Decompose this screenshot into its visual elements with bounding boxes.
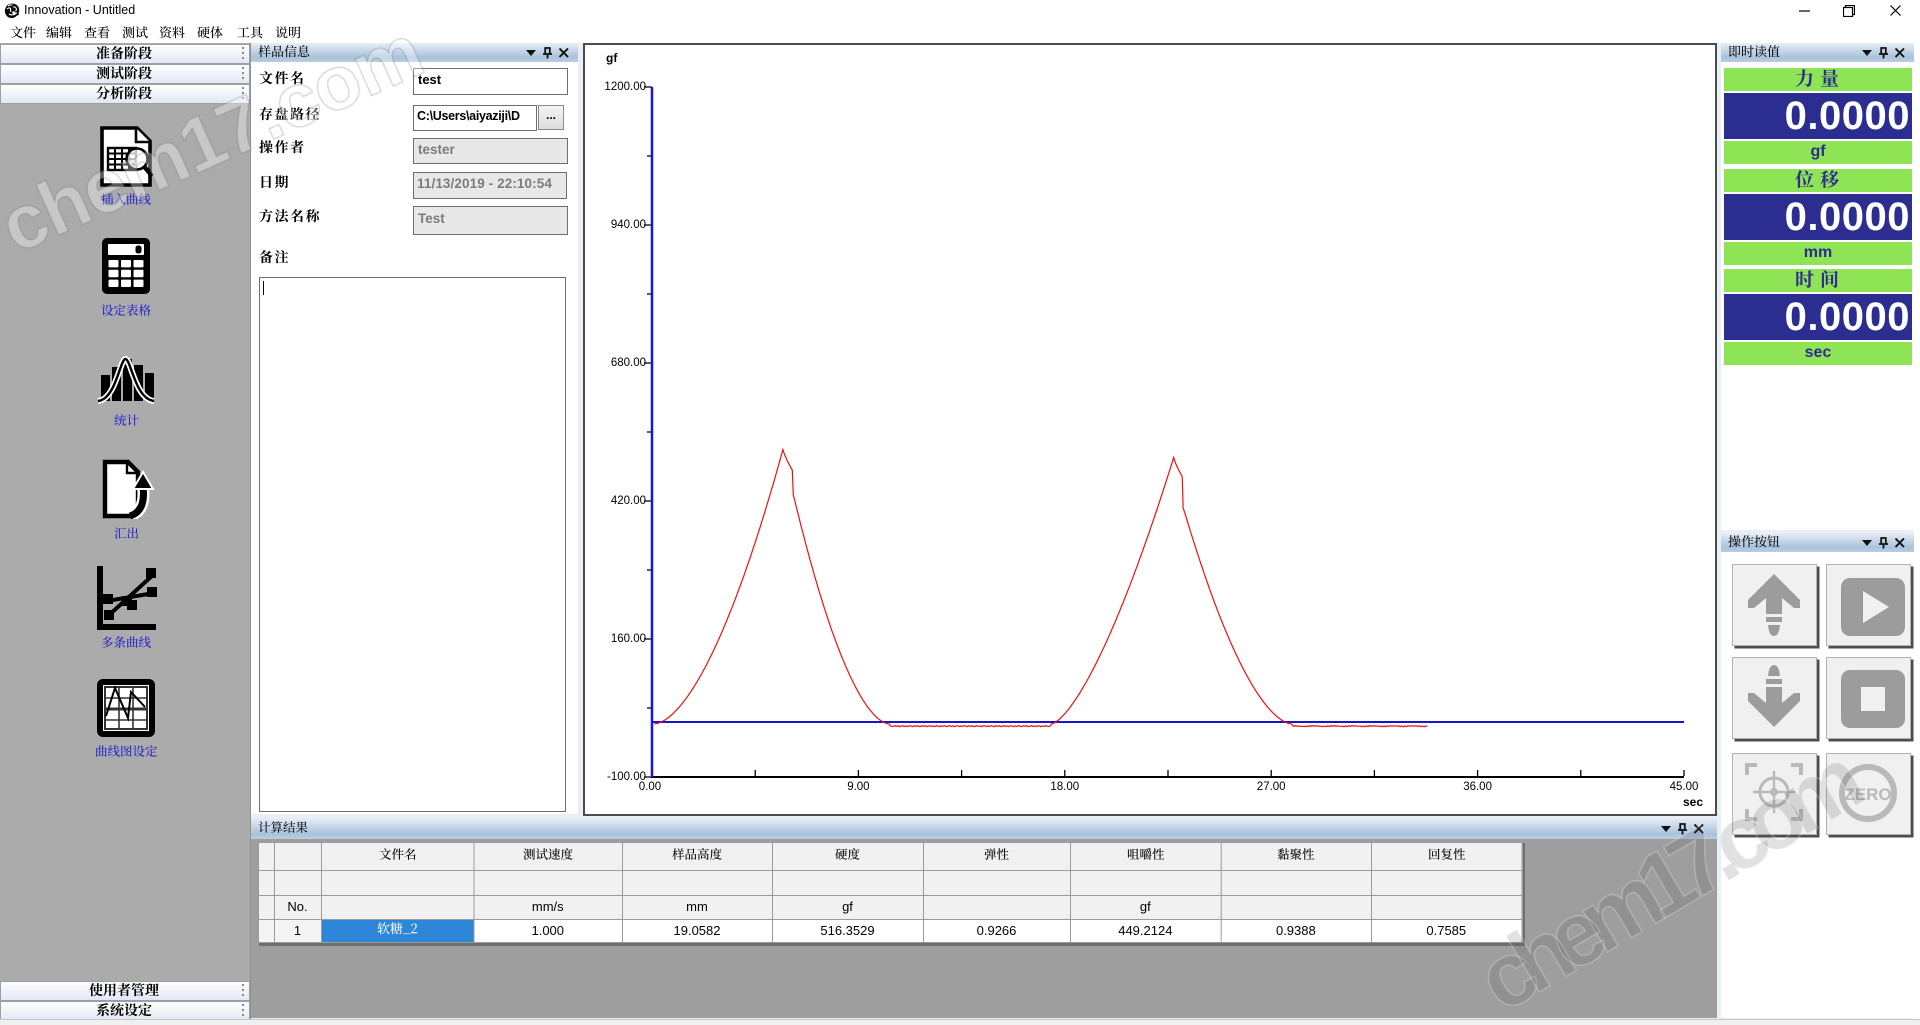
svg-text:ZERO: ZERO <box>1844 785 1891 804</box>
